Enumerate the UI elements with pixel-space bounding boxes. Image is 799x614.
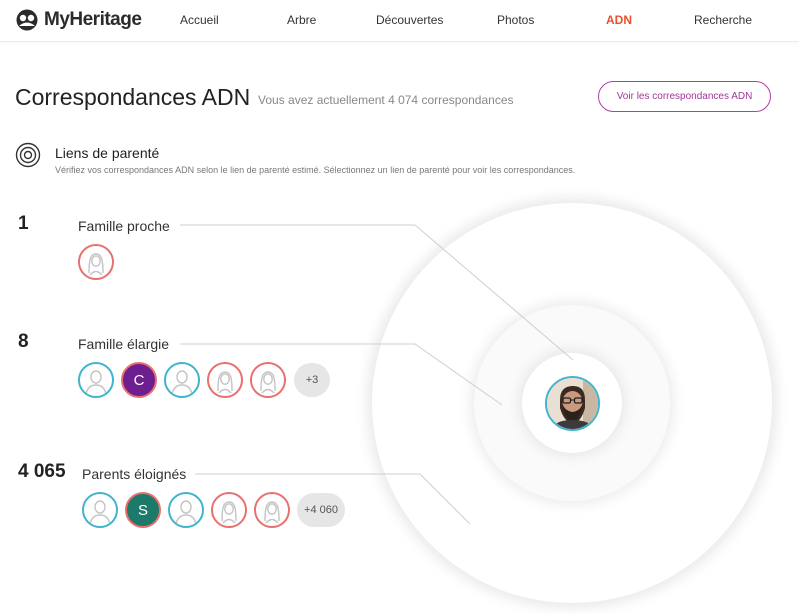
section-description: Vérifiez vos correspondances ADN selon l…	[55, 165, 576, 175]
section-title: Liens de parenté	[55, 145, 160, 161]
avatar[interactable]	[78, 362, 114, 398]
page-title: Correspondances ADN	[15, 84, 251, 110]
nav-adn[interactable]: ADN	[606, 13, 632, 27]
male-silhouette-icon	[85, 370, 107, 395]
female-silhouette-icon	[221, 501, 237, 524]
female-silhouette-icon	[88, 253, 104, 276]
nav-accueil[interactable]: Accueil	[180, 13, 219, 27]
avatar[interactable]	[254, 492, 290, 528]
avatar[interactable]	[168, 492, 204, 528]
female-silhouette-icon	[264, 501, 280, 524]
avatar[interactable]	[164, 362, 200, 398]
male-silhouette-icon	[89, 500, 111, 525]
avatar-letter-s[interactable]: S	[125, 492, 161, 528]
myheritage-logo-icon	[16, 9, 38, 31]
avatar[interactable]	[211, 492, 247, 528]
female-silhouette-icon	[260, 371, 276, 394]
more-matches-extended[interactable]: +3	[294, 363, 330, 397]
match-count-subtitle: Vous avez actuellement 4 074 corresponda…	[258, 93, 514, 107]
connector-close	[180, 224, 574, 361]
male-silhouette-icon	[171, 370, 193, 395]
user-photo-icon	[547, 378, 598, 429]
avatar-letter-c[interactable]: C	[121, 362, 157, 398]
avatar[interactable]	[78, 244, 114, 280]
more-matches-distant[interactable]: +4 060	[297, 493, 345, 527]
avatar-initial: C	[133, 371, 145, 389]
avatar[interactable]	[82, 492, 118, 528]
brand-name: MyHeritage	[44, 9, 142, 30]
male-silhouette-icon	[175, 500, 197, 525]
distant-relatives-label[interactable]: Parents éloignés	[82, 466, 186, 482]
user-avatar[interactable]	[545, 376, 600, 431]
extended-family-count: 8	[18, 331, 29, 352]
close-family-label[interactable]: Famille proche	[78, 218, 170, 234]
target-icon	[15, 142, 41, 168]
nav-recherche[interactable]: Recherche	[694, 13, 752, 27]
extended-family-label[interactable]: Famille élargie	[78, 336, 169, 352]
nav-arbre[interactable]: Arbre	[287, 13, 316, 27]
avatar-initial: S	[137, 501, 148, 519]
close-family-count: 1	[18, 213, 29, 234]
female-silhouette-icon	[217, 371, 233, 394]
brand-logo[interactable]: MyHeritage	[14, 8, 142, 32]
distant-relatives-count: 4 065	[18, 461, 66, 482]
avatar[interactable]	[250, 362, 286, 398]
nav-photos[interactable]: Photos	[497, 13, 534, 27]
top-navigation: MyHeritage Accueil Arbre Découvertes Pho…	[0, 0, 799, 42]
nav-decouvertes[interactable]: Découvertes	[376, 13, 443, 27]
view-dna-matches-button[interactable]: Voir les correspondances ADN	[598, 81, 771, 112]
avatar[interactable]	[207, 362, 243, 398]
